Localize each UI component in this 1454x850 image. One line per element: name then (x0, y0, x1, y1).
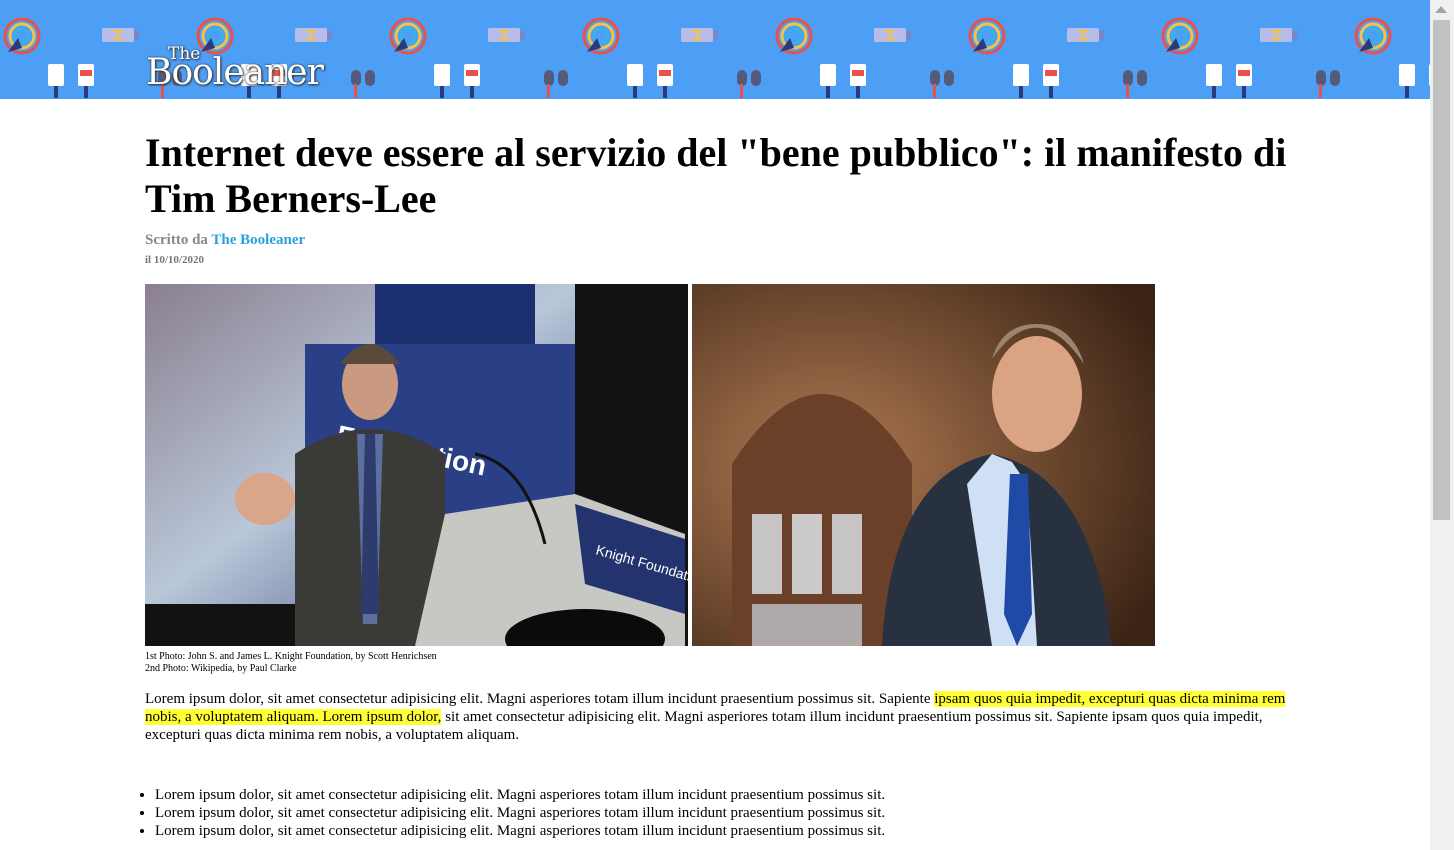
list-item: Lorem ipsum dolor, sit amet consectetur … (155, 786, 1305, 804)
caption-line-1: 1st Photo: John S. and James L. Knight F… (145, 651, 437, 662)
scroll-up-arrow-icon[interactable] (1435, 6, 1447, 13)
scrollbar-thumb[interactable] (1433, 20, 1450, 520)
logo-name: Booleaner (146, 52, 324, 93)
byline: Scritto da The Booleaner (145, 232, 1295, 249)
article-title: Internet deve essere al servizio del "be… (145, 130, 1287, 221)
caption-line-2: 2nd Photo: Wikipedia, by Paul Clarke (145, 663, 297, 674)
paragraph-text-before: Lorem ipsum dolor, sit amet consectetur … (145, 691, 935, 707)
publish-date: il 10/10/2020 (145, 254, 204, 266)
browser-viewport: The Booleaner Internet deve essere al se… (0, 0, 1430, 850)
author-link[interactable]: The Booleaner (211, 232, 305, 248)
article-photos: Foundation Knight Foundation (145, 284, 1155, 646)
list-item: Lorem ipsum dolor, sit amet consectetur … (155, 822, 1305, 840)
article-bullet-list: Lorem ipsum dolor, sit amet consectetur … (145, 786, 1305, 840)
byline-prefix: Scritto da (145, 232, 208, 248)
vertical-scrollbar[interactable] (1430, 0, 1454, 850)
photo-caption: 1st Photo: John S. and James L. Knight F… (145, 651, 437, 675)
photo-portrait (692, 284, 1155, 646)
photo-conference-speaker: Foundation Knight Foundation (145, 284, 688, 646)
list-item: Lorem ipsum dolor, sit amet consectetur … (155, 804, 1305, 822)
article-header: Internet deve essere al servizio del "be… (145, 130, 1295, 266)
article-paragraph: Lorem ipsum dolor, sit amet consectetur … (145, 690, 1295, 744)
site-header: The Booleaner (0, 0, 1430, 99)
